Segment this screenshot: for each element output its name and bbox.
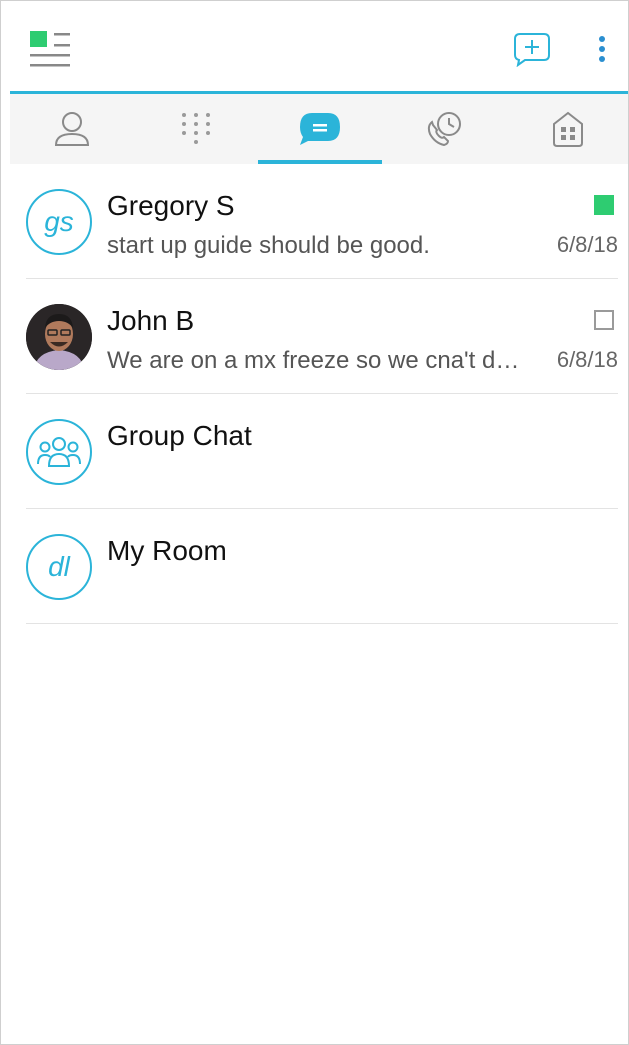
- user-photo-icon: [26, 304, 92, 370]
- new-chat-button[interactable]: [512, 31, 552, 68]
- message-date: 6/8/18: [556, 232, 618, 257]
- more-vertical-icon: [599, 36, 605, 62]
- presence-online-indicator: [594, 195, 614, 215]
- message-preview: start up guide should be good.: [107, 232, 430, 259]
- conversation-item[interactable]: gs Gregory S start up guide should be go…: [10, 164, 628, 279]
- menu-button[interactable]: [28, 31, 74, 71]
- dialpad-icon: [182, 113, 210, 144]
- contact-name: John B: [107, 305, 195, 336]
- conversation-item[interactable]: dl My Room: [10, 509, 628, 624]
- message-date: 6/8/18: [556, 347, 618, 372]
- contact-name: Group Chat: [107, 420, 252, 451]
- chat-bubble-icon: [300, 113, 340, 145]
- building-icon: [553, 111, 583, 147]
- menu-icon: [30, 31, 70, 67]
- tab-recents[interactable]: [382, 94, 506, 164]
- tab-chats[interactable]: [258, 94, 382, 164]
- tab-contacts[interactable]: [10, 94, 134, 164]
- person-icon: [54, 112, 90, 146]
- presence-offline-indicator: [594, 310, 614, 330]
- add-chat-icon: [514, 33, 550, 68]
- avatar: dl: [26, 534, 92, 600]
- avatar-initials: gs: [44, 206, 74, 237]
- tab-bar: [10, 94, 628, 164]
- phone-clock-icon: [427, 112, 461, 147]
- conversation-item[interactable]: Group Chat: [10, 394, 628, 509]
- more-options-button[interactable]: [592, 33, 612, 67]
- avatar-initials: dl: [48, 551, 70, 582]
- conversation-list: gs Gregory S start up guide should be go…: [10, 164, 628, 624]
- top-bar: [10, 1, 628, 94]
- divider: [26, 623, 618, 624]
- avatar: gs: [26, 189, 92, 255]
- tab-dialpad[interactable]: [134, 94, 258, 164]
- conversation-item[interactable]: John B We are on a mx freeze so we cna't…: [10, 279, 628, 394]
- contact-name: My Room: [107, 535, 227, 566]
- tab-rooms[interactable]: [506, 94, 628, 164]
- contact-name: Gregory S: [107, 190, 235, 221]
- app-window: gs Gregory S start up guide should be go…: [0, 0, 629, 1045]
- avatar: [26, 304, 92, 370]
- avatar: [26, 419, 92, 485]
- message-preview: We are on a mx freeze so we cna't do it …: [107, 347, 532, 374]
- group-icon: [37, 437, 81, 467]
